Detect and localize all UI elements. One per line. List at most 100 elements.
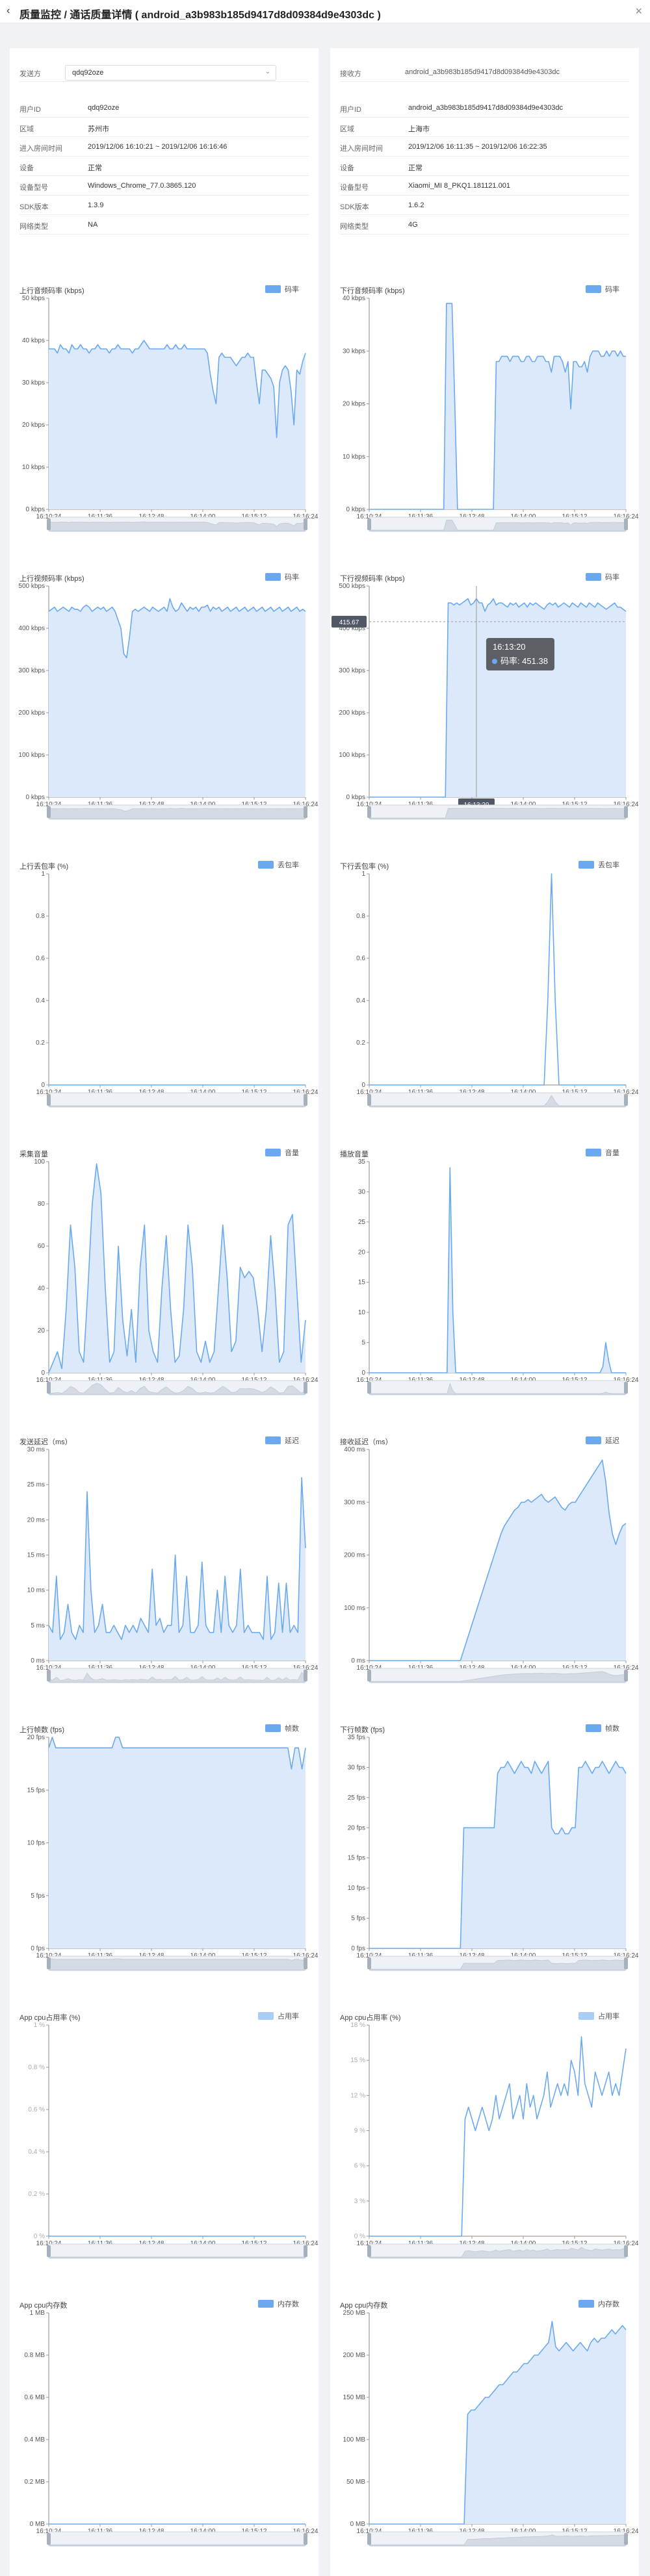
zoom-handle-right[interactable] (304, 2533, 307, 2545)
y-tick-label: 100 MB (343, 2436, 366, 2443)
zoom-handle-left[interactable] (367, 1094, 371, 1106)
series-area (49, 1164, 306, 1373)
info-row: 设备 正常 (340, 157, 629, 176)
chart-r5: 下行帧数 (fps) 帧数 0 fps 5 fps 10 fps 15 fps 20 fps… (330, 1724, 639, 1984)
info-value: qdq92oze (88, 104, 120, 112)
y-tick-label: 0 (361, 1370, 365, 1377)
zoom-handle-right[interactable] (624, 1094, 628, 1106)
y-tick-label: 20 fps (348, 1824, 365, 1831)
y-tick-label: 10 fps (27, 1840, 45, 1847)
zoom-slider-track[interactable] (48, 2531, 306, 2547)
tooltip-value: 码率: 451.38 (500, 656, 548, 666)
info-label: 设备型号 (340, 184, 369, 192)
y-tick-label: 3 % (354, 2198, 365, 2205)
zoom-handle-left[interactable] (47, 1670, 51, 1681)
info-row: SDK版本 1.3.9 (20, 196, 309, 215)
zoom-handle-left[interactable] (367, 2245, 371, 2257)
zoom-handle-left[interactable] (47, 2245, 51, 2257)
y-tick-label: 35 fps (348, 1734, 365, 1741)
info-row: 设备 正常 (20, 157, 309, 176)
zoom-handle-left[interactable] (367, 806, 371, 818)
info-label: SDK版本 (340, 203, 369, 211)
zoom-handle-left[interactable] (47, 518, 51, 530)
y-tick-label: 1 MB (30, 2310, 46, 2317)
y-tick-label: 0 fps (31, 1945, 45, 1952)
y-tick-label: 0.4 (36, 997, 45, 1004)
info-row: 区域 苏州市 (20, 118, 309, 137)
zoom-handle-right[interactable] (304, 2245, 307, 2257)
page-header: ‹ 质量监控 / 通话质量详情 ( android_a3b983b185d941… (0, 0, 650, 23)
zoom-handle-right[interactable] (624, 2245, 628, 2257)
chart-plot: 0 kbps 10 kbps 20 kbps 30 kbps 40 kbps 50 kbp… (22, 295, 318, 532)
zoom-handle-right[interactable] (304, 1958, 307, 1969)
y-tick-label: 50 MB (346, 2479, 365, 2486)
y-tick-label: 1 (41, 871, 45, 878)
zoom-handle-right[interactable] (624, 518, 628, 530)
zoom-handle-left[interactable] (47, 1958, 51, 1969)
info-label: 设备型号 (20, 184, 48, 192)
zoom-handle-right[interactable] (624, 1670, 628, 1681)
zoom-handle-left[interactable] (367, 1670, 371, 1681)
zoom-handle-left[interactable] (367, 1958, 371, 1969)
info-row: 用户ID qdq92oze (20, 98, 309, 118)
close-icon[interactable]: × (635, 5, 642, 18)
info-label: 网络类型 (340, 223, 369, 231)
info-label: 区域 (340, 125, 354, 133)
y-tick-label: 30 ms (27, 1446, 45, 1453)
zoom-handle-left[interactable] (47, 1382, 51, 1394)
zoom-slider-track[interactable] (48, 2243, 306, 2259)
zoom-handle-right[interactable] (624, 1958, 628, 1969)
y-tick-label: 10 ms (27, 1587, 45, 1594)
series-line (369, 1167, 626, 1373)
y-tick-label: 0 kbps (346, 794, 365, 801)
sender-select[interactable]: qdq92oze ⌄ (65, 65, 276, 81)
info-value: 4G (408, 221, 418, 229)
y-tick-label: 0 kbps (346, 506, 365, 513)
info-label: 进入房间时间 (20, 145, 62, 153)
zoom-slider-track[interactable] (48, 1092, 306, 1108)
info-value: 1.6.2 (408, 201, 424, 209)
y-tick-label: 0.8 (36, 913, 45, 920)
chart-plot: 0 fps5 fps10 fps15 fps20 fps16:10:24 16:1… (27, 1734, 318, 1971)
chart-l5: 上行帧数 (fps) 帧数 0 fps 5 fps 10 fps 15 fps 20 fps… (10, 1724, 318, 1984)
y-tick-label: 1 (361, 871, 365, 878)
zoom-handle-right[interactable] (304, 806, 307, 818)
zoom-handle-left[interactable] (367, 2533, 371, 2545)
zoom-handle-right[interactable] (624, 806, 628, 818)
back-icon[interactable]: ‹ (6, 6, 17, 16)
info-row: 网络类型 4G (340, 215, 629, 235)
series-area (49, 598, 306, 797)
chart-plot: 0 MB50 MB100 MB150 MB200 MB250 MB16:10:2… (343, 2310, 639, 2547)
tooltip-dot (491, 659, 497, 664)
y-tick-label: 1 % (34, 2022, 45, 2029)
y-tick-label: 30 kbps (22, 379, 45, 387)
chart-l2: 上行丢包率 (%)丢包率00.20.40.60.8116:10:2416:11:… (10, 861, 318, 1121)
info-row: 进入房间时间 2019/12/06 16:10:21 ~ 2019/12/06 1… (20, 137, 309, 157)
zoom-handle-left[interactable] (47, 1094, 51, 1106)
chart-plot: 0510152025303516:10:2416:11:3616:12:4816… (357, 1158, 639, 1396)
chart-plot: 0 %0.2 %0.4 %0.6 %0.8 %1 %16:10:2416:11:… (28, 2022, 318, 2259)
chart-r4: 接收延迟（ms） 延迟 0 ms 100 ms 200 ms 300 ms 400 ms 16… (330, 1436, 639, 1696)
zoom-handle-right[interactable] (624, 1382, 628, 1394)
y-tick-label: 15 ms (27, 1552, 45, 1559)
receiver-label: 接收方 (340, 70, 361, 78)
y-tick-label: 5 (361, 1340, 365, 1347)
zoom-slider-track[interactable] (369, 1380, 627, 1396)
series-line (369, 873, 626, 1086)
zoom-handle-right[interactable] (304, 1382, 307, 1394)
zoom-handle-left[interactable] (367, 518, 371, 530)
receiver-user-row: 接收方 android_a3b983b185d9417d8d09384d9e43… (340, 62, 629, 82)
info-value: 2019/12/06 16:11:35 ~ 2019/12/06 16:22:3… (408, 143, 547, 151)
zoom-handle-right[interactable] (304, 518, 307, 530)
zoom-slider-track[interactable] (369, 1092, 627, 1108)
series-area (369, 1167, 626, 1373)
zoom-handle-left[interactable] (47, 806, 51, 818)
zoom-handle-right[interactable] (304, 1094, 307, 1106)
y-tick-label: 0 kbps (26, 794, 45, 801)
page-title: 质量监控 / 通话质量详情 ( android_a3b983b185d9417d… (20, 10, 381, 21)
zoom-handle-left[interactable] (47, 2533, 51, 2545)
zoom-handle-left[interactable] (367, 1382, 371, 1394)
zoom-handle-right[interactable] (624, 2533, 628, 2545)
zoom-handle-right[interactable] (304, 1670, 307, 1681)
series-area (369, 1761, 626, 1948)
